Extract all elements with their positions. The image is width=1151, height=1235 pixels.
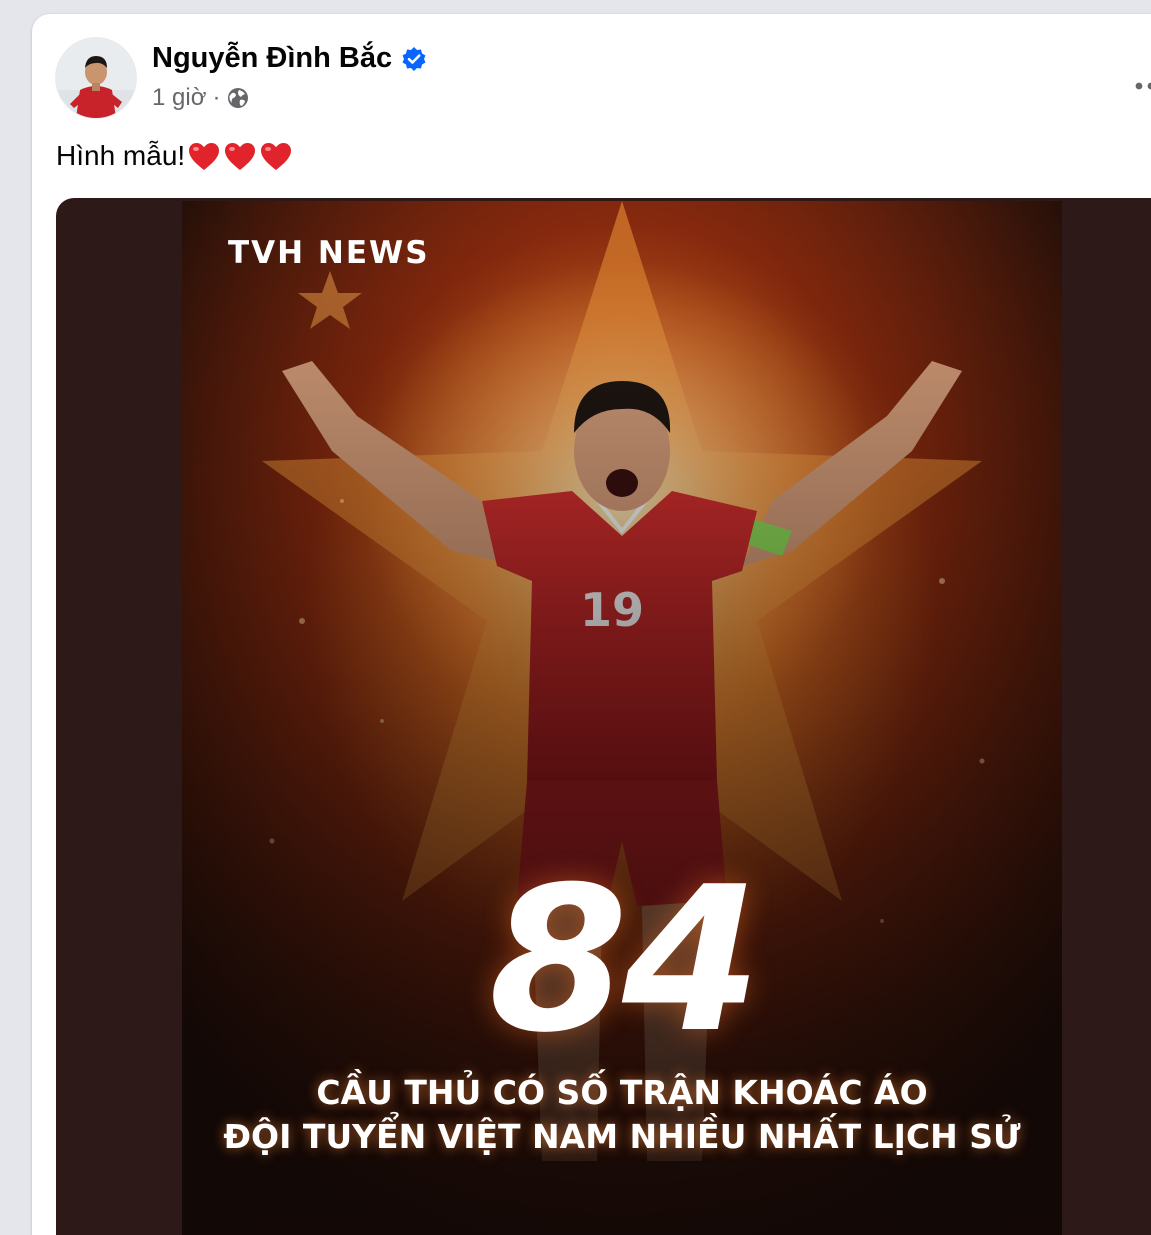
poster-caption-line2: ĐỘI TUYỂN VIỆT NAM NHIỀU NHẤT LỊCH SỬ	[223, 1117, 1021, 1156]
globe-icon[interactable]	[226, 86, 250, 110]
page: Nguyễn Đình Bắc 1 giờ · Hình mẫu! TVH NE…	[0, 0, 1151, 1235]
post-text: Hình mẫu!	[56, 140, 186, 171]
poster-caption-line1: CẦU THỦ CÓ SỐ TRẬN KHOÁC ÁO	[316, 1073, 928, 1112]
author-name-row: Nguyễn Đình Bắc	[152, 42, 427, 75]
author-name[interactable]: Nguyễn Đình Bắc	[152, 42, 392, 75]
verified-badge-icon	[401, 46, 427, 72]
more-options-button[interactable]	[1130, 66, 1151, 106]
post-time[interactable]: 1 giờ	[152, 84, 206, 112]
post-meta: 1 giờ ·	[152, 84, 250, 112]
post-media[interactable]: 19 TVH NEWS 84 CẦU THỦ CÓ SỐ TRẬN KHOÁC …	[56, 198, 1151, 1235]
red-heart-icon	[187, 141, 221, 171]
post-card: Nguyễn Đình Bắc 1 giờ · Hình mẫu! TVH NE…	[32, 14, 1151, 1235]
red-heart-icon	[259, 141, 293, 171]
post-text-row: Hình mẫu!	[56, 140, 293, 172]
poster-brand: TVH NEWS	[228, 235, 430, 271]
author-avatar[interactable]	[56, 38, 136, 118]
more-options-icon	[1135, 82, 1151, 90]
poster-image: 19 TVH NEWS 84 CẦU THỦ CÓ SỐ TRẬN KHOÁC …	[182, 201, 1062, 1235]
meta-separator: ·	[212, 84, 221, 111]
poster-number: 84	[488, 844, 761, 1077]
red-heart-icon	[223, 141, 257, 171]
